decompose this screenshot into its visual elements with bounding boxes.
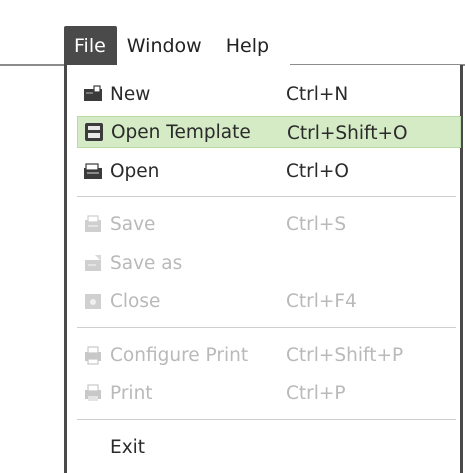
menu-item-save[interactable]: Save Ctrl+S bbox=[79, 208, 459, 240]
menu-item-print-shortcut: Ctrl+P bbox=[286, 382, 346, 404]
menu-item-configure-print-shortcut: Ctrl+Shift+P bbox=[286, 344, 404, 366]
menu-item-close-shortcut: Ctrl+F4 bbox=[286, 290, 357, 312]
template-icon bbox=[84, 122, 104, 142]
menu-item-save-label: Save bbox=[110, 213, 156, 235]
menu-item-save-as-label: Save as bbox=[110, 252, 183, 274]
menu-item-close[interactable]: Close Ctrl+F4 bbox=[79, 285, 459, 317]
menu-item-open[interactable]: Open Ctrl+O bbox=[79, 155, 459, 187]
menu-separator bbox=[77, 196, 456, 197]
menu-separator bbox=[77, 327, 456, 328]
save-as-icon bbox=[83, 253, 103, 273]
menu-item-configure-print-label: Configure Print bbox=[110, 344, 249, 366]
menu-item-open-template-label: Open Template bbox=[111, 121, 251, 143]
menu-item-open-label: Open bbox=[110, 160, 160, 182]
menu-item-save-as[interactable]: Save as bbox=[79, 247, 459, 279]
menu-file[interactable]: File bbox=[64, 26, 117, 66]
menu-separator bbox=[77, 419, 456, 420]
menu-item-new-shortcut: Ctrl+N bbox=[286, 83, 349, 105]
close-document-icon bbox=[83, 291, 103, 311]
menu-item-open-template[interactable]: Open Template Ctrl+Shift+O bbox=[77, 116, 461, 148]
open-folder-icon bbox=[83, 161, 103, 181]
menu-file-label: File bbox=[74, 35, 106, 57]
menu-item-save-shortcut: Ctrl+S bbox=[286, 213, 347, 235]
printer-icon bbox=[83, 383, 103, 403]
menu-window-label: Window bbox=[126, 35, 202, 57]
menu-item-close-label: Close bbox=[110, 290, 161, 312]
menu-item-exit-label: Exit bbox=[110, 436, 146, 458]
print-settings-icon bbox=[83, 345, 103, 365]
application-window: File Window Help New Ctrl+N Open Templat… bbox=[0, 0, 465, 473]
menu-item-print[interactable]: Print Ctrl+P bbox=[79, 377, 459, 409]
exit-icon-placeholder bbox=[83, 437, 103, 457]
menu-window[interactable]: Window bbox=[117, 26, 212, 66]
menu-help[interactable]: Help bbox=[212, 26, 279, 66]
new-document-icon bbox=[83, 84, 103, 104]
menu-item-new-label: New bbox=[110, 83, 151, 105]
save-icon bbox=[83, 214, 103, 234]
menubar: File Window Help bbox=[64, 26, 279, 66]
menu-item-open-shortcut: Ctrl+O bbox=[286, 160, 349, 182]
menu-help-label: Help bbox=[225, 35, 270, 57]
menu-item-configure-print[interactable]: Configure Print Ctrl+Shift+P bbox=[79, 339, 459, 371]
menu-item-exit[interactable]: Exit bbox=[79, 431, 459, 463]
file-menu-dropdown: New Ctrl+N Open Template Ctrl+Shift+O Op… bbox=[64, 65, 463, 473]
menu-item-print-label: Print bbox=[110, 382, 153, 404]
menu-item-open-template-shortcut: Ctrl+Shift+O bbox=[287, 122, 408, 144]
menu-item-new[interactable]: New Ctrl+N bbox=[79, 78, 459, 110]
